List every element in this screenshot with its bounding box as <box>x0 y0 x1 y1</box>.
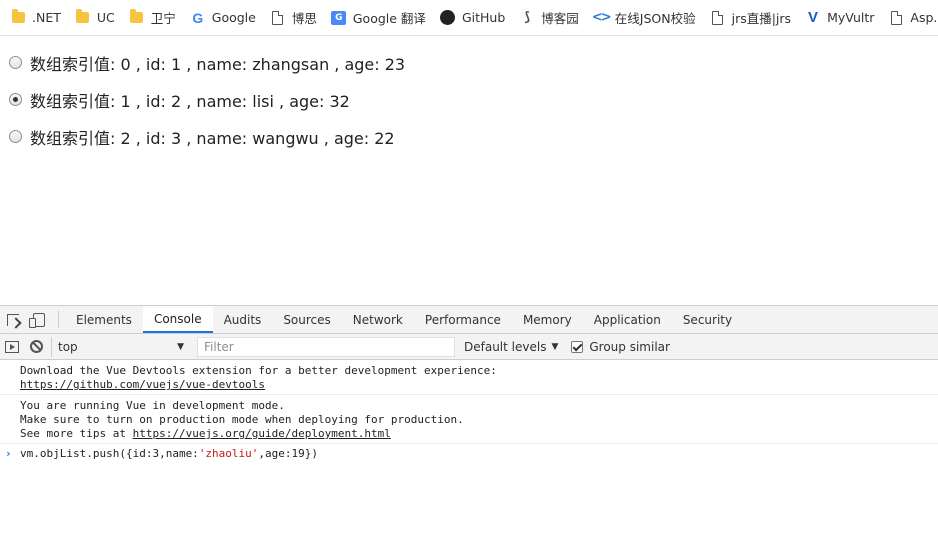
show-sidebar-icon[interactable] <box>5 340 19 353</box>
tab-application[interactable]: Application <box>583 306 672 333</box>
bookmark-label: 在线JSON校验 <box>614 11 696 26</box>
console-prompt[interactable]: › vm.objList.push({id:3,name:'zhaoliu',a… <box>0 444 938 461</box>
page-icon <box>710 10 726 26</box>
list-item-text: 数组索引值: 2 , id: 3 , name: wangwu , age: 2… <box>30 128 395 148</box>
log-levels-label: Default levels <box>464 339 547 354</box>
context-select[interactable]: top ▼ <box>51 336 189 357</box>
cnblogs-icon: ⟆ <box>524 10 531 25</box>
bookmark-label: jrs直播|jrs <box>731 11 792 26</box>
console-filter-input[interactable] <box>197 336 455 357</box>
bookmark-label: 卫宁 <box>150 11 176 26</box>
group-similar-checkbox[interactable] <box>571 340 584 353</box>
radio-button[interactable] <box>9 130 22 143</box>
device-toolbar-button[interactable] <box>26 306 52 333</box>
bookmark-label: MyVultr <box>827 10 875 25</box>
radio-list: 数组索引值: 0 , id: 1 , name: zhangsan , age:… <box>0 44 938 155</box>
tab-console[interactable]: Console <box>142 306 213 333</box>
tab-network[interactable]: Network <box>342 306 414 333</box>
console-output: Download the Vue Devtools extension for … <box>0 360 938 461</box>
code-icon: <> <box>591 10 612 25</box>
vultr-icon: V <box>808 9 819 26</box>
list-item: 数组索引值: 2 , id: 3 , name: wangwu , age: 2… <box>0 118 938 155</box>
bookmark-label: GitHub <box>461 10 506 25</box>
devtools-panel: Elements Console Audits Sources Network … <box>0 305 938 545</box>
bookmark-label: Google 翻译 <box>352 11 426 26</box>
radio-button[interactable] <box>9 56 22 69</box>
bookmark-google[interactable]: G Google <box>190 5 263 31</box>
bookmark-label: 博思 <box>291 11 317 26</box>
tab-sources[interactable]: Sources <box>272 306 341 333</box>
bookmark-label: .NET <box>32 10 61 25</box>
console-message: Download the Vue Devtools extension for … <box>0 360 938 395</box>
devtools-tab-bar: Elements Console Audits Sources Network … <box>0 306 938 334</box>
console-link[interactable]: https://vuejs.org/guide/deployment.html <box>133 427 391 440</box>
folder-icon <box>129 9 145 26</box>
inspect-icon <box>7 313 19 326</box>
page-icon <box>270 10 286 26</box>
prompt-chevron-icon: › <box>5 447 12 460</box>
console-link[interactable]: https://github.com/vuejs/vue-devtools <box>20 378 265 391</box>
console-input-text[interactable]: vm.objList.push({id:3,name:'zhaoliu',age… <box>20 447 318 461</box>
console-text: You are running Vue in development mode. <box>20 399 285 412</box>
bookmark-dotnet[interactable]: .NET <box>10 5 68 31</box>
page-icon <box>888 10 904 26</box>
bookmark-github[interactable]: GitHub <box>440 5 512 31</box>
group-similar-label: Group similar <box>589 339 670 354</box>
list-item: 数组索引值: 1 , id: 2 , name: lisi , age: 32 <box>0 81 938 118</box>
list-item: 数组索引值: 0 , id: 1 , name: zhangsan , age:… <box>0 44 938 81</box>
radio-button[interactable] <box>9 93 22 106</box>
inspect-element-button[interactable] <box>0 306 26 333</box>
bookmark-json-check[interactable]: <> 在线JSON校验 <box>591 5 703 31</box>
bookmark-weining[interactable]: 卫宁 <box>129 5 183 31</box>
bookmark-google-translate[interactable]: G Google 翻译 <box>331 5 433 31</box>
bookmark-label: Google <box>211 10 256 25</box>
bookmark-label: Asp.Net <box>910 10 938 25</box>
divider <box>58 311 59 328</box>
github-icon <box>440 10 456 26</box>
google-icon: G <box>192 9 204 26</box>
folder-icon <box>10 9 26 26</box>
console-text: Make sure to turn on production mode whe… <box>20 413 464 426</box>
console-toolbar: top ▼ Default levels ▼ Group similar <box>0 334 938 360</box>
console-text: See more tips at <box>20 427 133 440</box>
chevron-down-icon: ▼ <box>177 341 184 352</box>
bookmark-label: 博客园 <box>541 11 579 26</box>
google-translate-icon: G <box>331 10 347 26</box>
tab-elements[interactable]: Elements <box>65 306 143 333</box>
list-item-text: 数组索引值: 0 , id: 1 , name: zhangsan , age:… <box>30 54 406 74</box>
bookmark-cnblogs[interactable]: ⟆ 博客园 <box>519 5 586 31</box>
tab-audits[interactable]: Audits <box>213 306 273 333</box>
bookmarks-bar: .NET UC 卫宁 G Google 博思 G Google 翻译 GitHu… <box>0 0 938 36</box>
log-levels-dropdown[interactable]: Default levels ▼ <box>464 340 558 354</box>
bookmark-jrs[interactable]: jrs直播|jrs <box>710 5 798 31</box>
bookmark-aspnet[interactable]: Asp.Net <box>888 5 938 31</box>
bookmark-myvultr[interactable]: V MyVultr <box>805 5 881 31</box>
bookmark-label: UC <box>96 10 115 25</box>
tab-performance[interactable]: Performance <box>414 306 512 333</box>
folder-icon <box>75 9 91 26</box>
context-value: top <box>58 339 78 354</box>
list-item-text: 数组索引值: 1 , id: 2 , name: lisi , age: 32 <box>30 91 350 111</box>
console-message: You are running Vue in development mode.… <box>0 395 938 444</box>
clear-console-icon[interactable] <box>30 340 43 353</box>
tab-memory[interactable]: Memory <box>512 306 583 333</box>
device-icon <box>29 312 45 328</box>
console-text: Download the Vue Devtools extension for … <box>20 364 497 377</box>
chevron-down-icon: ▼ <box>551 341 559 352</box>
bookmark-bosi[interactable]: 博思 <box>270 5 324 31</box>
bookmark-uc[interactable]: UC <box>75 5 122 31</box>
tab-security[interactable]: Security <box>672 306 743 333</box>
